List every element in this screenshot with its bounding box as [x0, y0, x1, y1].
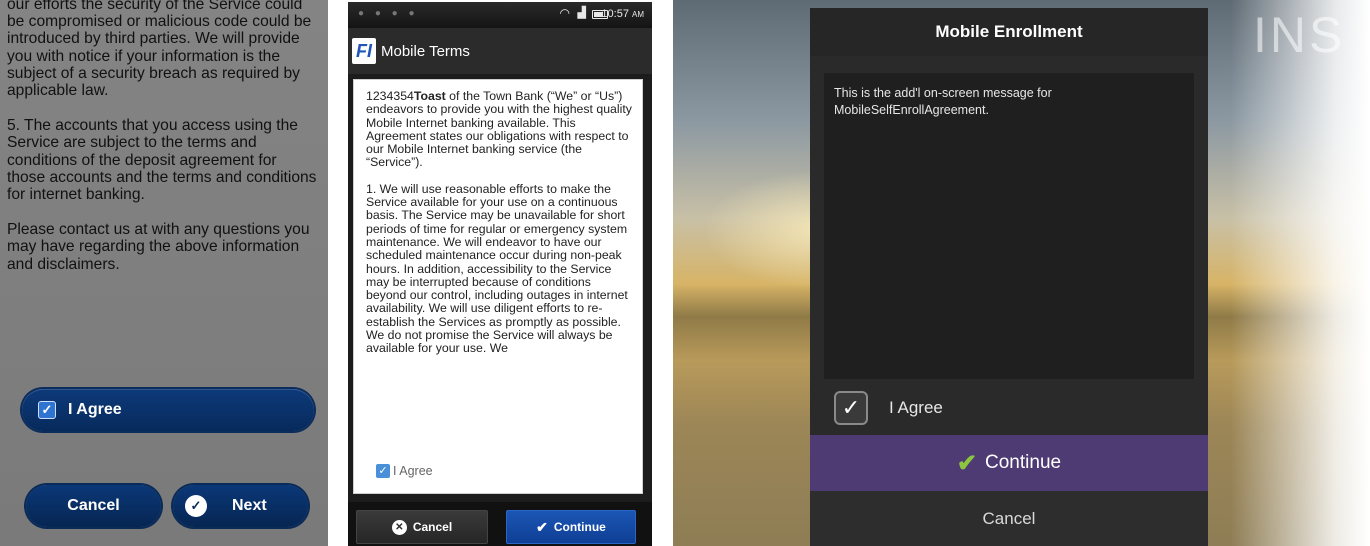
app-title: Mobile Terms	[381, 42, 470, 60]
cancel-button[interactable]: Cancel	[810, 491, 1208, 546]
agree-label: I Agree	[68, 401, 122, 418]
continue-button[interactable]: ✔ Continue	[810, 435, 1208, 491]
notification-icons: ● ● ● ●	[358, 8, 419, 19]
close-icon: ✕	[391, 519, 407, 535]
cancel-button-label: Cancel	[67, 497, 120, 514]
background-title-text: INS	[1253, 7, 1346, 63]
checkbox-checked-icon[interactable]: ✓	[376, 464, 390, 478]
cancel-button-label: Cancel	[412, 520, 453, 534]
next-button-label: Next	[232, 497, 267, 514]
enrollment-screen-panel-3: INS Mobile Enrollment This is the add'l …	[673, 0, 1370, 546]
status-time: 10:57 AM	[601, 8, 644, 20]
agree-label: I Agree	[889, 398, 943, 417]
bottom-action-bar: ✕ Cancel ✔ Continue	[348, 502, 652, 546]
agree-checkbox[interactable]: ✓ I Agree	[376, 464, 433, 478]
app-bar: FI Mobile Terms	[348, 28, 652, 74]
cancel-button[interactable]: ✕ Cancel	[356, 510, 488, 544]
checkbox-checked-icon[interactable]: ✓	[38, 401, 56, 419]
agree-toggle[interactable]: ✓ I Agree	[22, 389, 314, 431]
signal-icon: ▟	[577, 7, 586, 19]
checkbox-checked-icon[interactable]: ✓	[834, 391, 868, 425]
terms-scroll-area[interactable]: 1234354Toast of the Town Bank (“We” or “…	[366, 90, 632, 460]
terms-paragraph: Please contact us at with any questions …	[7, 221, 310, 273]
terms-screen-panel-2: ● ● ● ● ◠ ▟ 10:57 AM FI Mobile Terms 123…	[348, 2, 652, 546]
check-icon: ✓	[185, 495, 207, 517]
terms-intro: 1234354Toast of the Town Bank (“We” or “…	[366, 90, 632, 170]
continue-button-label: Continue	[985, 452, 1062, 473]
wifi-icon: ◠	[559, 6, 570, 20]
continue-button[interactable]: ✔ Continue	[506, 510, 636, 544]
message-box: This is the add'l on-screen message for …	[824, 73, 1194, 379]
cancel-button[interactable]: Cancel	[26, 485, 161, 527]
agree-label: I Agree	[393, 464, 433, 478]
terms-paragraph: our efforts the security of the Service …	[7, 0, 312, 100]
terms-card: 1234354Toast of the Town Bank (“We” or “…	[353, 79, 643, 494]
cancel-button-label: Cancel	[982, 508, 1036, 528]
check-icon: ✔	[956, 449, 978, 477]
next-button[interactable]: ✓ Next	[173, 485, 308, 527]
terms-paragraph: 5. The accounts that you access using th…	[7, 117, 317, 204]
enrollment-dialog: Mobile Enrollment This is the add'l on-s…	[810, 8, 1208, 546]
agree-checkbox[interactable]: ✓ I Agree	[834, 391, 943, 425]
terms-text: our efforts the security of the Service …	[7, 0, 319, 291]
app-logo: FI	[352, 38, 376, 64]
status-bar: ● ● ● ● ◠ ▟ 10:57 AM	[348, 2, 652, 28]
terms-paragraph: 1. We will use reasonable efforts to mak…	[366, 181, 628, 356]
terms-screen-panel-1: our efforts the security of the Service …	[0, 0, 328, 546]
dialog-title: Mobile Enrollment	[810, 8, 1208, 56]
continue-button-label: Continue	[553, 520, 606, 534]
check-icon: ✔	[536, 518, 548, 535]
